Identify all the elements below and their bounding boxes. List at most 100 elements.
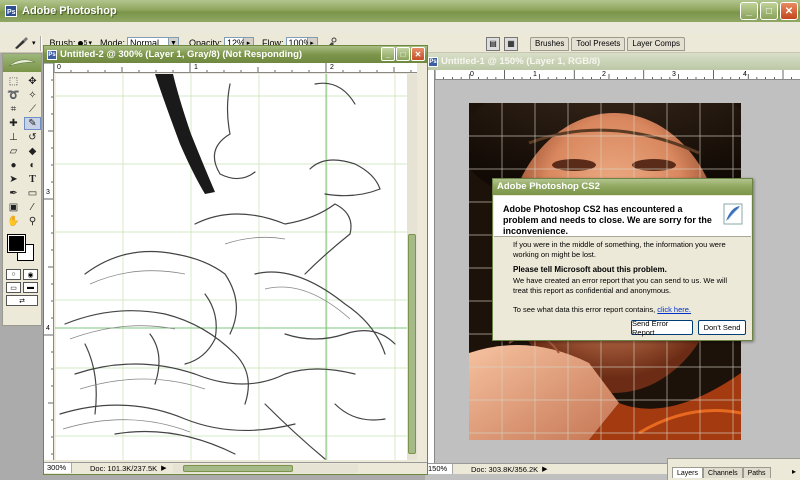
document-title: Untitled-2 @ 300% (Layer 1, Gray/8) (Not… bbox=[60, 49, 303, 60]
ruler-ticks bbox=[54, 63, 412, 72]
mask-mode-buttons: ○ ◉ bbox=[3, 269, 41, 280]
hand-tool-icon[interactable]: ✋ bbox=[5, 215, 22, 228]
app-titlebar: Ps Adobe Photoshop _ □ ✕ bbox=[0, 0, 800, 22]
document-size: Doc: 303.8K/356.2K bbox=[471, 464, 539, 474]
ruler-ticks bbox=[44, 63, 53, 455]
separator bbox=[39, 35, 42, 51]
tab-tool-presets[interactable]: Tool Presets bbox=[571, 37, 626, 51]
palette-dock: Brushes Tool Presets Layer Comps bbox=[530, 37, 685, 51]
dialog-heading: Adobe Photoshop CS2 has encountered a pr… bbox=[503, 204, 712, 236]
status-bar: 150% Doc: 303.8K/356.2K ▶ bbox=[425, 463, 667, 474]
slice-tool-icon[interactable]: ⟋ bbox=[24, 103, 41, 116]
document-close-button[interactable]: ✕ bbox=[411, 47, 425, 61]
path-selection-tool-icon[interactable]: ➤ bbox=[5, 173, 22, 186]
minimize-button[interactable]: _ bbox=[740, 2, 758, 20]
brush-tool-icon[interactable]: ✎ bbox=[24, 117, 41, 130]
vertical-scrollbar[interactable] bbox=[407, 74, 417, 460]
close-button[interactable]: ✕ bbox=[780, 2, 798, 20]
vertical-ruler: 3 4 bbox=[44, 63, 54, 460]
move-tool-icon[interactable]: ✥ bbox=[24, 75, 41, 88]
shape-tool-icon[interactable]: ▭ bbox=[24, 187, 41, 200]
standard-mode-icon[interactable]: ○ bbox=[6, 269, 21, 280]
layers-panel: Layers Channels Paths ▸ bbox=[667, 458, 800, 480]
standard-screen-mode-icon[interactable]: ▭ bbox=[6, 282, 21, 293]
document-minimize-button[interactable]: _ bbox=[381, 47, 395, 61]
svg-text:Ps: Ps bbox=[7, 9, 16, 16]
horizontal-scrollbar[interactable] bbox=[172, 463, 358, 473]
send-error-report-button[interactable]: Send Error Report bbox=[631, 319, 693, 337]
document-title: Untitled-1 @ 150% (Layer 1, RGB/8) bbox=[441, 56, 601, 67]
tab-layer-comps[interactable]: Layer Comps bbox=[627, 37, 685, 51]
preset-dropdown-arrow-icon[interactable]: ▾ bbox=[32, 39, 36, 47]
crop-tool-icon[interactable]: ⌗ bbox=[5, 103, 22, 116]
document-window-controls: _ □ ✕ bbox=[381, 47, 425, 61]
eraser-tool-icon[interactable]: ▱ bbox=[5, 145, 22, 158]
zoom-level[interactable]: 300% bbox=[44, 463, 72, 473]
feather-icon bbox=[8, 59, 36, 67]
photoshop-app-icon: Ps bbox=[4, 4, 18, 18]
document-window-untitled-2: Ps Untitled-2 @ 300% (Layer 1, Gray/8) (… bbox=[43, 45, 428, 475]
horizontal-scroll-thumb[interactable] bbox=[182, 464, 293, 472]
click-here-link[interactable]: click here. bbox=[657, 305, 691, 314]
file-browser-icon[interactable]: ▤ bbox=[486, 36, 500, 51]
horizontal-ruler: 0 1 2 3 4 bbox=[435, 70, 800, 80]
dodge-tool-icon[interactable]: ◐ bbox=[24, 159, 41, 172]
toolbox-header[interactable] bbox=[3, 54, 41, 72]
status-menu-arrow-icon[interactable]: ▶ bbox=[161, 464, 166, 472]
marquee-tool-icon[interactable]: ⬚ bbox=[5, 75, 22, 88]
dialog-report-prefix: To see what data this error report conta… bbox=[513, 305, 658, 314]
maximize-button[interactable]: □ bbox=[760, 2, 778, 20]
vertical-scroll-thumb[interactable] bbox=[408, 234, 416, 454]
blur-tool-icon[interactable]: ● bbox=[5, 159, 22, 172]
clone-stamp-tool-icon[interactable]: ⊥ bbox=[5, 131, 22, 144]
healing-brush-tool-icon[interactable]: ✚ bbox=[5, 117, 22, 130]
lasso-tool-icon[interactable]: ➰ bbox=[5, 89, 22, 102]
brush-tool-preset-icon[interactable] bbox=[14, 37, 32, 49]
panel-menu-arrow-icon[interactable]: ▸ bbox=[792, 467, 796, 476]
ruler-ticks bbox=[435, 70, 793, 79]
quick-mask-mode-icon[interactable]: ◉ bbox=[23, 269, 38, 280]
notes-tool-icon[interactable]: ▣ bbox=[5, 201, 22, 214]
zoom-level[interactable]: 150% bbox=[425, 464, 453, 474]
dont-send-button[interactable]: Don't Send bbox=[698, 320, 746, 335]
dialog-tell-heading: Please tell Microsoft about this problem… bbox=[513, 265, 667, 274]
full-screen-mode-icon[interactable]: ▬ bbox=[23, 282, 38, 293]
layers-panel-tabs: Layers Channels Paths bbox=[672, 467, 771, 478]
screen-mode-buttons: ▭ ▬ bbox=[3, 282, 41, 293]
pen-tool-icon[interactable]: ✒ bbox=[5, 187, 22, 200]
toolbox: ⬚ ✥ ➰ ✧ ⌗ ⟋ ✚ ✎ ⊥ ↺ ▱ ◆ ● ◐ ➤ T ✒ ▭ ▣ ⁄ … bbox=[2, 53, 42, 326]
dialog-info-text: If you were in the middle of something, … bbox=[513, 240, 726, 259]
document-titlebar: Ps Untitled-1 @ 150% (Layer 1, RGB/8) bbox=[425, 53, 800, 70]
bridge-icon[interactable]: ▦ bbox=[504, 36, 518, 51]
eyedropper-tool-icon[interactable]: ⁄ bbox=[24, 201, 41, 214]
dialog-title: Adobe Photoshop CS2 bbox=[493, 179, 752, 195]
document-icon: Ps bbox=[47, 49, 57, 60]
history-brush-tool-icon[interactable]: ↺ bbox=[24, 131, 41, 144]
document-maximize-button[interactable]: □ bbox=[396, 47, 410, 61]
status-menu-arrow-icon[interactable]: ▶ bbox=[542, 465, 547, 473]
document-titlebar: Ps Untitled-2 @ 300% (Layer 1, Gray/8) (… bbox=[44, 46, 427, 63]
tab-brushes[interactable]: Brushes bbox=[530, 37, 570, 51]
sketch-canvas[interactable] bbox=[55, 74, 407, 460]
type-tool-icon[interactable]: T bbox=[24, 173, 41, 186]
dialog-header: Adobe Photoshop CS2 has encountered a pr… bbox=[494, 196, 751, 237]
foreground-color-swatch[interactable] bbox=[8, 235, 25, 252]
horizontal-ruler: 0 1 2 bbox=[54, 63, 417, 73]
photoshop-feather-icon bbox=[723, 203, 743, 225]
jump-to-imageready-icon[interactable]: ⇄ bbox=[6, 295, 38, 306]
document-icon: Ps bbox=[428, 56, 438, 67]
zoom-tool-icon[interactable]: ⚲ bbox=[24, 215, 41, 228]
sketch-image bbox=[55, 74, 407, 460]
app-title: Adobe Photoshop bbox=[22, 5, 117, 17]
tab-layers[interactable]: Layers bbox=[672, 467, 704, 478]
status-bar: 300% Doc: 101.3K/237.5K ▶ bbox=[44, 462, 427, 473]
tab-paths[interactable]: Paths bbox=[742, 467, 771, 478]
dialog-report-line: To see what data this error report conta… bbox=[513, 305, 743, 315]
error-dialog: Adobe Photoshop CS2 Adobe Photoshop CS2 … bbox=[492, 178, 753, 341]
color-swatches bbox=[3, 233, 41, 267]
tab-channels[interactable]: Channels bbox=[703, 467, 743, 478]
magic-wand-tool-icon[interactable]: ✧ bbox=[24, 89, 41, 102]
dialog-report-text: We have created an error report that you… bbox=[513, 276, 727, 295]
document-size: Doc: 101.3K/237.5K bbox=[90, 463, 158, 473]
paint-bucket-tool-icon[interactable]: ◆ bbox=[24, 145, 41, 158]
